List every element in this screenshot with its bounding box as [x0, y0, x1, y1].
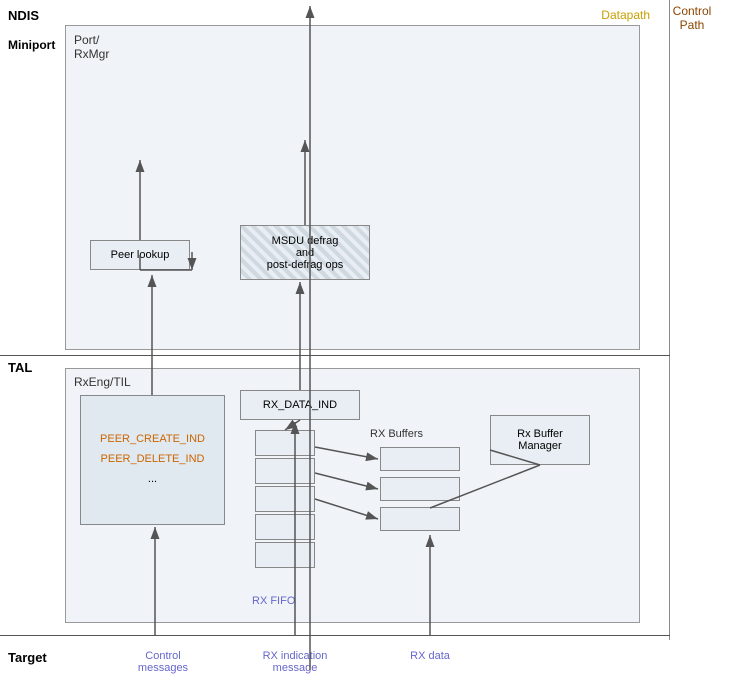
label-datapath: Datapath	[601, 8, 650, 22]
line-ndis-tal	[0, 355, 670, 356]
rx-buffer-3	[380, 507, 460, 531]
rx-fifo-cell-2	[255, 458, 315, 484]
box-ndis	[65, 25, 640, 350]
box-rx-buf-mgr: Rx BufferManager	[490, 415, 590, 465]
rx-fifo-container	[255, 430, 315, 585]
box-peer-create: PEER_CREATE_IND PEER_DELETE_IND ...	[80, 395, 225, 525]
label-target: Target	[8, 650, 47, 665]
box-peer-lookup: Peer lookup	[90, 240, 190, 270]
divider-right	[669, 0, 670, 640]
label-rx-buffers: RX Buffers	[370, 428, 423, 440]
label-rxeng-til: RxEng/TIL	[74, 375, 131, 389]
rx-buffer-1	[380, 447, 460, 471]
rx-fifo-cell-1	[255, 430, 315, 456]
label-rx-fifo: RX FIFO	[252, 595, 295, 607]
label-tal: TAL	[8, 360, 32, 375]
label-rx-data: RX data	[400, 650, 460, 662]
box-rx-data-ind: RX_DATA_IND	[240, 390, 360, 420]
rx-buffer-2	[380, 477, 460, 501]
label-rx-indication: RX indicationmessage	[255, 650, 335, 674]
label-ndis: NDIS	[8, 8, 39, 23]
label-control-messages: Controlmessages	[128, 650, 198, 674]
label-miniport: Miniport	[8, 38, 55, 52]
diagram-container: NDIS TAL Target Datapath Control Path Mi…	[0, 0, 730, 697]
rx-fifo-cell-3	[255, 486, 315, 512]
line-tal-target	[0, 635, 670, 636]
rx-fifo-cell-5	[255, 542, 315, 568]
label-controlpath: Control Path	[662, 4, 722, 32]
label-port-rxmgr: Port/RxMgr	[74, 33, 109, 61]
box-msdu-defrag: MSDU defragandpost-defrag ops	[240, 225, 370, 280]
rx-fifo-cell-4	[255, 514, 315, 540]
